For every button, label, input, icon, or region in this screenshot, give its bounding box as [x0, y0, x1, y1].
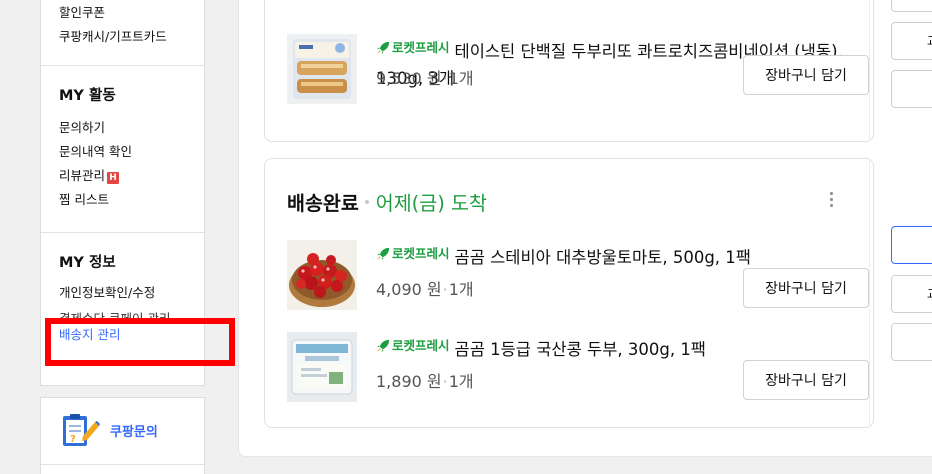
rocket-fresh-badge: 로켓프레시	[376, 332, 450, 359]
product-name[interactable]: 로켓프레시 곰곰 스테비아 대추방울토마토, 500g, 1팩	[376, 240, 856, 271]
status-separator-dot	[364, 199, 369, 204]
track-delivery-button[interactable]	[891, 226, 932, 264]
sidebar-link-inquiry[interactable]: 문의하기	[59, 116, 186, 140]
sidebar-divider	[41, 464, 204, 465]
product-name-text: 곰곰 스테비아 대추방울토마토, 500g, 1팩	[454, 248, 751, 267]
sidebar-link-reviews-label: 리뷰관리	[59, 168, 106, 183]
clipboard-pencil-icon: ?	[63, 414, 100, 446]
add-to-cart-button[interactable]: 장바구니 담기	[743, 268, 869, 308]
order-action-button[interactable]	[891, 70, 932, 108]
delivery-status-row: 배송완료 어제(금) 도착	[287, 187, 487, 216]
product-price: 9,530 원	[376, 69, 442, 88]
rocket-fresh-label: 로켓프레시	[392, 338, 450, 353]
arrival-date: 어제(금) 도착	[375, 192, 487, 215]
product-quantity: 1개	[448, 280, 474, 299]
sidebar-section-my-activity: MY 활동 문의하기 문의내역 확인 리뷰관리 H 찜 리스트	[41, 66, 204, 233]
svg-text:?: ?	[70, 434, 76, 445]
hot-badge-icon: H	[107, 172, 120, 184]
kebab-menu-icon[interactable]	[830, 192, 834, 210]
product-image-tomato[interactable]	[287, 240, 357, 310]
order-card-divider	[869, 159, 870, 427]
rocket-fresh-label: 로켓프레시	[392, 40, 450, 55]
product-price-row: 9,530 원·1개	[376, 69, 474, 88]
product-image-tofu[interactable]	[287, 332, 357, 402]
sidebar-section-benefits: 할인쿠폰 쿠팡캐시/기프트카드	[41, 0, 204, 66]
product-price-row: 4,090 원·1개	[376, 280, 474, 299]
order-action-button[interactable]	[891, 0, 932, 12]
sidebar-link-wishlist[interactable]: 찜 리스트	[59, 188, 186, 212]
highlight-box	[45, 318, 235, 366]
sidebar-inquiry-box: ? 쿠팡문의	[40, 397, 205, 474]
order-card-divider	[869, 0, 870, 141]
product-image-burrito[interactable]	[287, 34, 357, 104]
rocket-icon	[376, 339, 390, 353]
rocket-fresh-label: 로켓프레시	[392, 246, 450, 261]
product-price-row: 1,890 원·1개	[376, 372, 474, 391]
product-name-text: 곰곰 1등급 국산콩 두부, 300g, 1팩	[454, 340, 706, 359]
sidebar-link-coupons[interactable]: 할인쿠폰	[59, 1, 186, 25]
rocket-icon	[376, 247, 390, 261]
rocket-fresh-badge: 로켓프레시	[376, 240, 450, 267]
product-price: 1,890 원	[376, 372, 442, 391]
rocket-fresh-badge: 로켓프레시	[376, 34, 450, 61]
coupang-inquiry-label: 쿠팡문의	[110, 424, 158, 440]
order-card: 로켓프레시 테이스틴 단백질 두부리또 콰트로치즈콤비네이션 (냉동), 130g…	[264, 0, 874, 142]
sidebar-link-inquiry-history[interactable]: 문의내역 확인	[59, 140, 186, 164]
order-action-button[interactable]	[891, 323, 932, 361]
product-price: 4,090 원	[376, 280, 442, 299]
sidebar-title-my-activity: MY 활동	[59, 88, 116, 104]
delivery-status: 배송완료	[287, 192, 359, 215]
coupang-inquiry-link[interactable]: ? 쿠팡문의	[61, 412, 158, 448]
exchange-return-button[interactable]: 교	[891, 22, 932, 60]
add-to-cart-button[interactable]: 장바구니 담기	[743, 55, 869, 95]
rocket-icon	[376, 41, 390, 55]
sidebar-title-my-info: MY 정보	[59, 255, 116, 271]
product-quantity: 1개	[448, 69, 474, 88]
order-card: 배송완료 어제(금) 도착 로켓프레시 곰곰 스테비아 대추방울토마토, 500g…	[264, 158, 874, 428]
add-to-cart-button[interactable]: 장바구니 담기	[743, 360, 869, 400]
sidebar-link-reviews[interactable]: 리뷰관리 H	[59, 164, 186, 188]
sidebar-link-personal-info[interactable]: 개인정보확인/수정	[59, 281, 186, 305]
product-name[interactable]: 로켓프레시 곰곰 1등급 국산콩 두부, 300g, 1팩	[376, 332, 856, 363]
product-quantity: 1개	[448, 372, 474, 391]
sidebar-link-cash-giftcard[interactable]: 쿠팡캐시/기프트카드	[59, 25, 186, 49]
exchange-return-button[interactable]: 교	[891, 275, 932, 313]
